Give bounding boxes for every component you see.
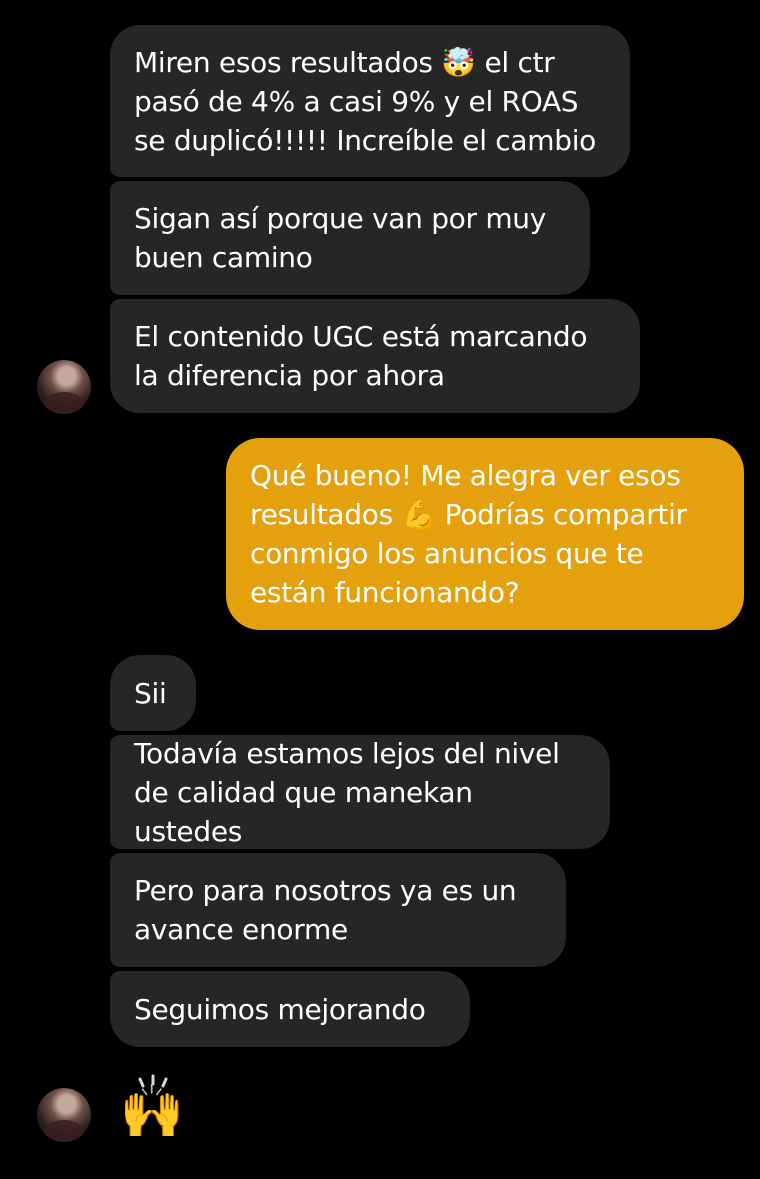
incoming-message-bubble[interactable]: Miren esos resultados 🤯 el ctr pasó de 4…: [110, 25, 630, 177]
message-text: Pero para nosotros ya es un avance enorm…: [134, 874, 517, 946]
raising-hands-emoji-icon: 🙌: [119, 1082, 185, 1142]
incoming-message-bubble[interactable]: El contenido UGC está marcando la difere…: [110, 299, 640, 413]
message-text: Miren esos resultados 🤯 el ctr pasó de 4…: [134, 45, 597, 157]
raising-hands-emoji-message[interactable]: 🙌: [112, 1072, 192, 1152]
incoming-message-bubble[interactable]: Pero para nosotros ya es un avance enorm…: [110, 853, 566, 967]
incoming-message-bubble[interactable]: Seguimos mejorando: [110, 971, 470, 1047]
incoming-message-bubble[interactable]: Sigan así porque van por muy buen camino: [110, 181, 590, 295]
message-text: Qué bueno! Me alegra ver esos resultados…: [250, 459, 687, 609]
contact-avatar[interactable]: [37, 1088, 91, 1142]
message-text: Seguimos mejorando: [134, 992, 426, 1026]
message-text: El contenido UGC está marcando la difere…: [134, 320, 588, 392]
message-text: Sigan así porque van por muy buen camino: [134, 202, 547, 274]
outgoing-message-bubble[interactable]: Qué bueno! Me alegra ver esos resultados…: [226, 438, 744, 630]
message-text: Todavía estamos lejos del nivel de calid…: [134, 736, 560, 848]
incoming-message-bubble[interactable]: Sii: [110, 655, 196, 731]
message-text: Sii: [134, 676, 167, 710]
contact-avatar[interactable]: [37, 360, 91, 414]
incoming-message-bubble[interactable]: Todavía estamos lejos del nivel de calid…: [110, 735, 610, 849]
